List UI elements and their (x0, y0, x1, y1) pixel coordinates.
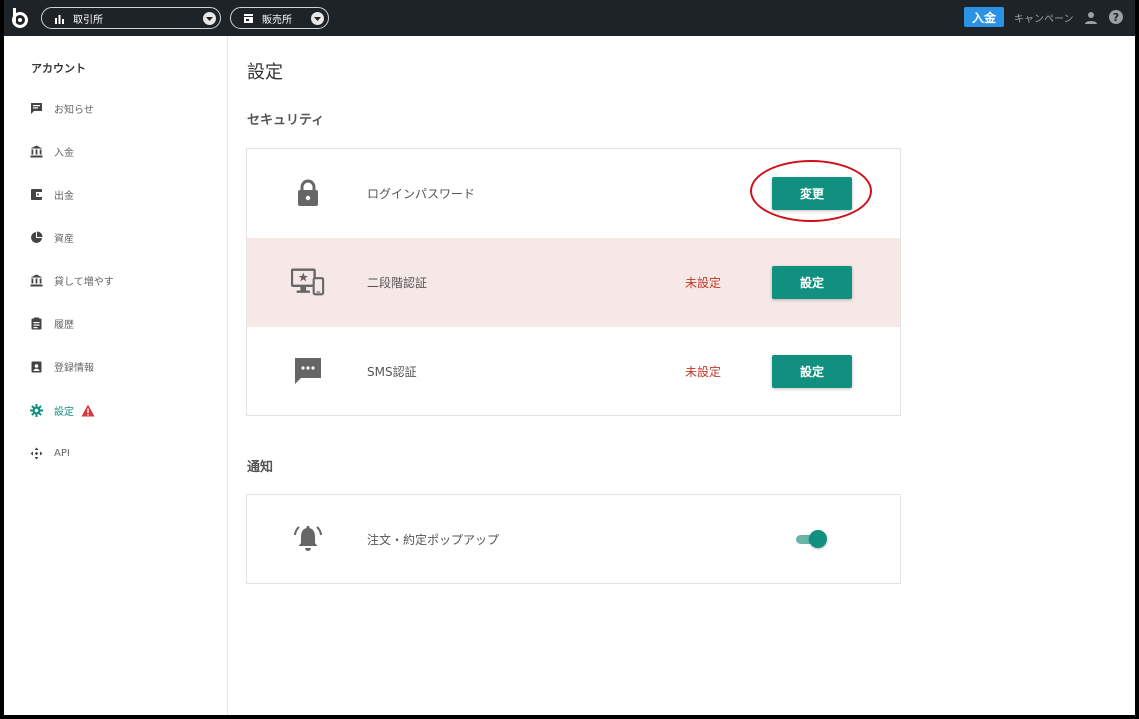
sidebar-item-lending[interactable]: 貸して増やす (30, 270, 114, 290)
clipboard-icon (30, 317, 43, 330)
chevron-down-icon (203, 12, 216, 25)
sidebar-item-label: 入金 (54, 147, 74, 159)
help-icon[interactable]: ? (1108, 9, 1124, 25)
user-icon[interactable] (1084, 10, 1098, 24)
bar-chart-icon (54, 13, 65, 24)
notification-section-title: 通知 (247, 460, 274, 475)
security-section-title: セキュリティ (247, 113, 325, 128)
sidebar-item-api[interactable]: API (30, 443, 70, 463)
sidebar-item-history[interactable]: 履歴 (30, 313, 74, 333)
sidebar-item-label: 設定 (54, 406, 74, 418)
setup-2fa-button[interactable]: 設定 (772, 266, 852, 299)
logo-icon[interactable] (10, 7, 30, 29)
wallet-icon (30, 188, 43, 201)
toggle-knob (809, 530, 827, 548)
message-icon (30, 102, 43, 115)
sidebar: アカウント お知らせ 入金 出金 資産 貸して増やす 履歴 登録情報 設定 AP… (4, 36, 228, 715)
sidebar-item-label: 出金 (54, 190, 74, 202)
row-label: 二段階認証 (367, 276, 428, 290)
bell-ringing-icon (291, 521, 325, 557)
chevron-down-icon (311, 12, 324, 25)
sms-icon (291, 353, 325, 389)
exchange-label: 取引所 (73, 14, 103, 26)
api-icon (30, 447, 43, 460)
pie-chart-icon (30, 231, 43, 244)
app-window: 取引所 販売所 入金 キャンペーン ? アカウント お知らせ 入金 出金 資産 … (4, 0, 1135, 715)
security-row-password: ログインパスワード 変更 (247, 149, 900, 238)
row-label: ログインパスワード (367, 187, 476, 201)
sidebar-item-label: 資産 (54, 233, 74, 245)
sidebar-item-label: API (54, 447, 70, 459)
sales-label: 販売所 (262, 14, 292, 26)
sidebar-item-label: 登録情報 (54, 362, 94, 374)
security-row-2fa: 二段階認証 未設定 設定 (247, 238, 900, 327)
sales-selector[interactable]: 販売所 (230, 7, 329, 29)
sidebar-item-news[interactable]: お知らせ (30, 98, 94, 118)
status-label: 未設定 (685, 365, 722, 379)
top-bar: 取引所 販売所 入金 キャンペーン ? (4, 0, 1135, 36)
setup-sms-button[interactable]: 設定 (772, 355, 852, 388)
row-label: 注文・約定ポップアップ (367, 533, 500, 547)
change-password-button[interactable]: 変更 (772, 177, 852, 210)
status-label: 未設定 (685, 276, 722, 290)
security-card: ログインパスワード 変更 二段階認証 未設定 設定 SMS認証 未設定 設定 (246, 148, 901, 416)
sidebar-item-deposit[interactable]: 入金 (30, 141, 74, 161)
sidebar-title: アカウント (31, 62, 86, 75)
page-title: 設定 (247, 62, 283, 83)
devices-icon (291, 264, 325, 300)
sidebar-item-assets[interactable]: 資産 (30, 227, 74, 247)
notification-card: 注文・約定ポップアップ (246, 494, 901, 584)
bank-icon (30, 145, 43, 158)
sidebar-item-label: 貸して増やす (54, 276, 114, 288)
sidebar-item-profile[interactable]: 登録情報 (30, 356, 94, 376)
bank-icon (30, 274, 43, 287)
account-box-icon (30, 360, 43, 373)
exchange-selector[interactable]: 取引所 (41, 7, 221, 29)
security-row-sms: SMS認証 未設定 設定 (247, 327, 900, 416)
store-icon (243, 13, 254, 24)
sidebar-item-label: お知らせ (54, 104, 94, 116)
campaign-link[interactable]: キャンペーン (1014, 10, 1074, 25)
svg-text:?: ? (1113, 11, 1119, 24)
deposit-button[interactable]: 入金 (964, 7, 1004, 27)
warning-icon (81, 404, 95, 417)
row-label: SMS認証 (367, 365, 417, 379)
sidebar-item-settings[interactable]: 設定 (30, 400, 95, 420)
sidebar-item-withdraw[interactable]: 出金 (30, 184, 74, 204)
popup-toggle[interactable] (795, 529, 829, 549)
lock-icon (291, 175, 325, 211)
sidebar-item-label: 履歴 (54, 319, 74, 331)
gear-icon (30, 403, 43, 417)
notification-row-popup: 注文・約定ポップアップ (247, 495, 900, 584)
